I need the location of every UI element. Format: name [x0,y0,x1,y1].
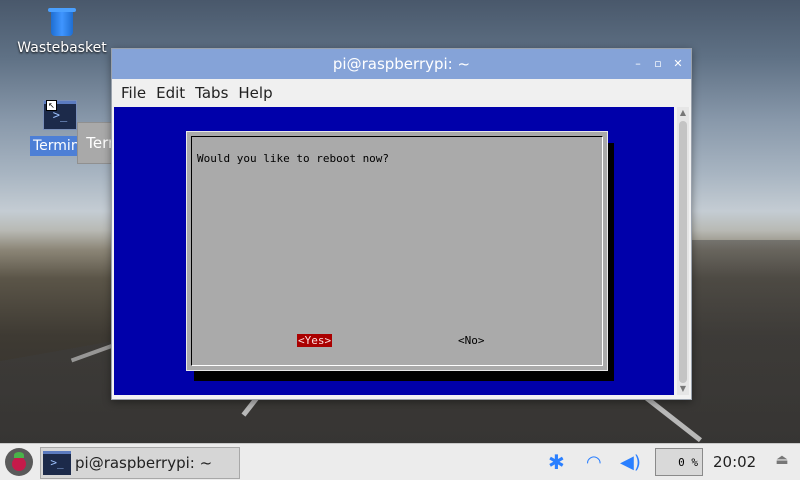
shortcut-arrow-icon: ↖ [46,100,57,111]
taskbar-terminal-button[interactable]: >_ pi@raspberrypi: ~ [40,447,240,479]
reboot-dialog: Would you like to reboot now? <Yes> <No> [186,131,608,371]
close-icon[interactable]: ✕ [671,49,685,79]
taskbar-task-label: pi@raspberrypi: ~ [75,454,213,472]
terminal-icon: >_ [43,451,71,475]
window-titlebar[interactable]: pi@raspberrypi: ~ – ▫ ✕ [112,49,691,79]
scroll-down-icon[interactable]: ▼ [677,383,689,395]
window-controls: – ▫ ✕ [631,49,685,79]
dialog-inner-frame [191,136,603,366]
menu-help[interactable]: Help [233,84,277,102]
bluetooth-icon[interactable]: ✱ [548,444,565,480]
eject-icon[interactable]: ⏏ [772,452,792,472]
minimize-icon[interactable]: – [631,49,645,79]
maximize-icon[interactable]: ▫ [651,49,665,79]
terminal-window[interactable]: pi@raspberrypi: ~ – ▫ ✕ File Edit Tabs H… [111,48,692,400]
terminal-area[interactable]: Would you like to reboot now? <Yes> <No> [114,107,674,395]
wifi-icon[interactable]: ◠ [586,444,602,480]
no-button[interactable]: <No> [457,334,486,347]
scrollbar-thumb[interactable] [679,121,687,383]
terminal-scrollbar[interactable]: ▲ ▼ [677,107,689,395]
scroll-up-icon[interactable]: ▲ [677,107,689,119]
wastebasket-desktop-icon[interactable]: Wastebasket [14,8,110,56]
clock[interactable]: 20:02 [713,444,756,480]
trash-icon [48,8,76,36]
window-title: pi@raspberrypi: ~ [332,55,471,73]
menubar: File Edit Tabs Help [112,79,691,107]
yes-button[interactable]: <Yes> [297,334,333,347]
dialog-message: Would you like to reboot now? [197,152,390,165]
taskbar: >_ pi@raspberrypi: ~ ✱ ◠ ◀) 0 % 20:02 ⏏ [0,443,800,480]
volume-icon[interactable]: ◀) [620,444,641,480]
wastebasket-label: Wastebasket [17,40,107,56]
menu-file[interactable]: File [116,84,151,102]
menu-edit[interactable]: Edit [151,84,190,102]
menu-tabs[interactable]: Tabs [190,84,233,102]
cpu-monitor[interactable]: 0 % [655,448,703,476]
raspberry-menu-icon[interactable] [5,448,33,476]
